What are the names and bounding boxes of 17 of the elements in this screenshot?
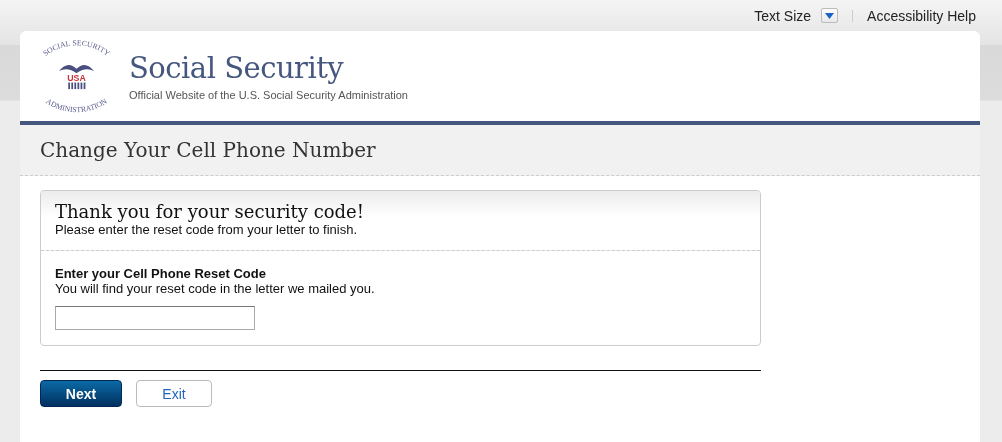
field-label: Enter your Cell Phone Reset Code xyxy=(55,266,267,281)
site-subtitle: Official Website of the U.S. Social Security Administration xyxy=(129,89,408,101)
next-button[interactable]: Next xyxy=(40,380,122,407)
site-title: Social Security xyxy=(129,51,345,85)
seal-center-text: USA xyxy=(67,72,86,83)
field-hint: You will find your reset code in the letter we mailed you. xyxy=(55,281,376,296)
shield-stripes-icon xyxy=(68,82,86,89)
reset-code-field[interactable] xyxy=(55,306,255,330)
text-size-dropdown[interactable] xyxy=(821,8,839,23)
eagle-icon xyxy=(58,64,95,73)
panel-intro: Please enter the reset code from your letter to finish. xyxy=(55,222,359,237)
panel-heading: Thank you for your security code! xyxy=(55,201,365,222)
text-size-label: Text Size xyxy=(754,7,812,24)
exit-button[interactable]: Exit xyxy=(136,380,212,407)
caret-icon xyxy=(825,12,835,19)
accessibility-help-link[interactable]: Accessibility Help xyxy=(867,7,976,24)
page-title: Change Your Cell Phone Number xyxy=(40,138,376,162)
